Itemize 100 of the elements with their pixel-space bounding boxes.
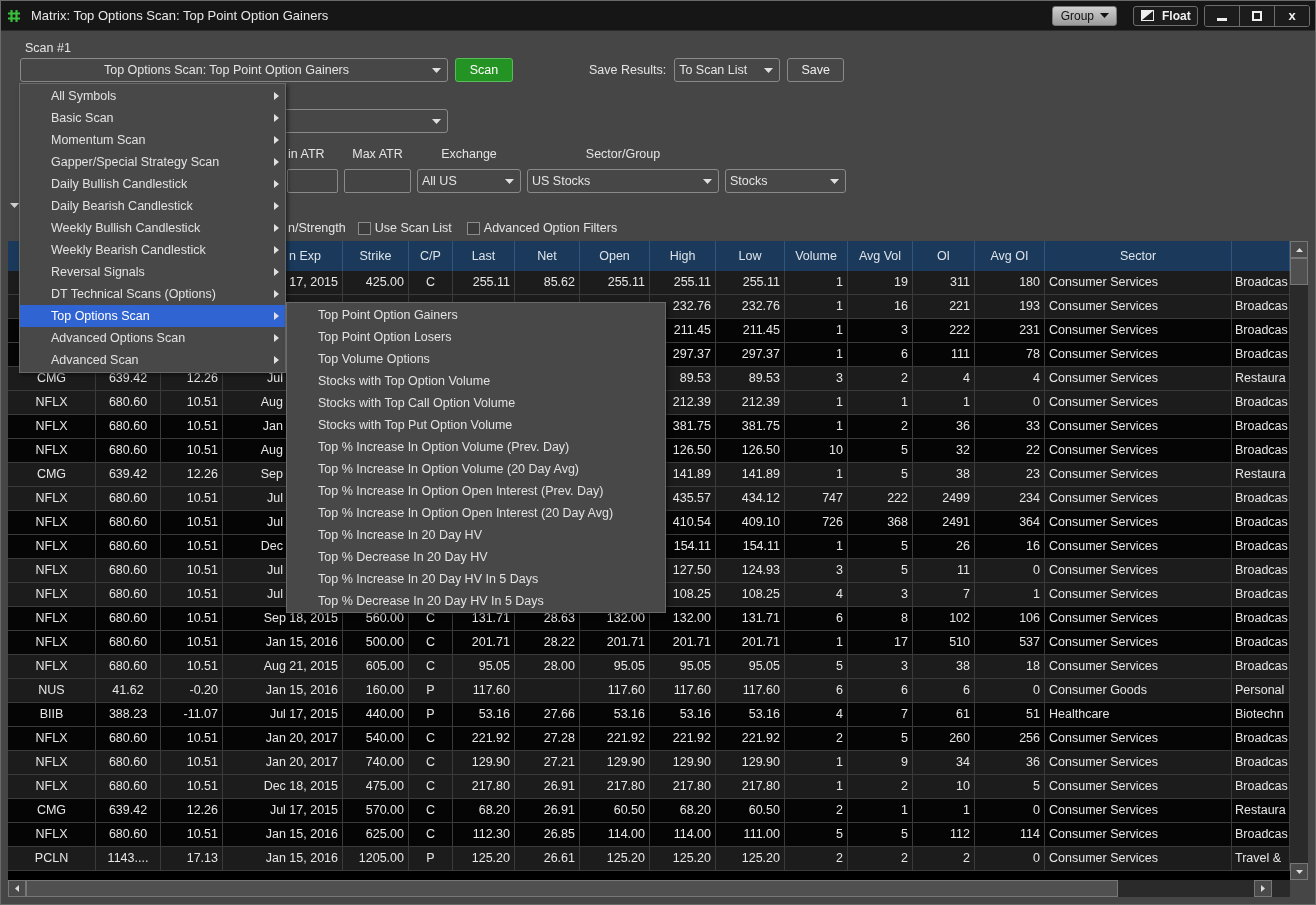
table-cell: 540.00 [365, 731, 404, 745]
table-cell: 129.90 [471, 755, 510, 769]
table-cell: 60.50 [613, 803, 645, 817]
table-cell: 10.51 [186, 515, 218, 529]
table-cell: 126.50 [741, 443, 780, 457]
table-cell: 680.60 [108, 419, 148, 433]
table-cell: 26 [956, 539, 970, 553]
table-cell: 255.11 [607, 275, 645, 289]
table-cell: 111.00 [743, 827, 780, 841]
table-cell: 0 [1033, 803, 1040, 817]
table-cell: Broadcas [1235, 275, 1288, 289]
table-cell: 2 [836, 851, 843, 865]
filter-label: Max ATR [352, 147, 403, 161]
table-cell: Jul 17, 2015 [269, 707, 338, 721]
table-cell: 126.50 [672, 443, 711, 457]
filter-label: Sector/Group [585, 147, 661, 161]
table-cell: 180 [1019, 275, 1040, 289]
table-cell: 435.57 [672, 491, 711, 505]
table-cell: 212.39 [741, 395, 780, 409]
table-cell: Broadcas [1235, 563, 1288, 577]
table-cell: 639.42 [108, 467, 148, 481]
table-cell: Consumer Services [1049, 539, 1159, 553]
table-cell: 114.00 [607, 827, 645, 841]
table-cell: 125.20 [471, 851, 510, 865]
table-cell: C [426, 827, 435, 841]
table-cell: 222 [887, 491, 908, 505]
table-cell: 5 [901, 443, 908, 457]
table-cell: Jan 15, 2016 [265, 683, 338, 697]
table-cell: BIIB [39, 707, 64, 721]
table-cell: 440.00 [365, 707, 404, 721]
filter-label: in ATR [288, 147, 325, 161]
table-cell: Jul [267, 515, 283, 529]
table-cell: 95.05 [748, 659, 780, 673]
table-cell: P [426, 851, 435, 865]
filter-label: Exchange [441, 147, 497, 161]
table-cell: 680.60 [108, 539, 148, 553]
table-cell: 111 [951, 347, 970, 361]
table-cell: 0 [1033, 395, 1040, 409]
table-cell: Consumer Services [1049, 419, 1159, 433]
table-cell: 1 [836, 299, 843, 313]
table-cell: Consumer Services [1049, 371, 1159, 385]
table-cell: NFLX [35, 587, 68, 601]
table-cell: 108.25 [741, 587, 780, 601]
table-cell: Jul [267, 491, 283, 505]
table-cell: 53.16 [478, 707, 510, 721]
table-cell: Consumer Services [1049, 611, 1159, 625]
table-cell: NFLX [35, 755, 68, 769]
table-cell: 102 [949, 611, 970, 625]
table-cell: Broadcas [1235, 515, 1288, 529]
table-cell: 368 [887, 515, 908, 529]
table-cell: 2 [901, 851, 908, 865]
table-cell: 4 [836, 587, 843, 601]
table-cell: C [426, 635, 435, 649]
table-cell: P [426, 683, 435, 697]
table-cell: 12.26 [186, 371, 218, 385]
table-cell: 201.71 [471, 635, 510, 649]
table-cell: 129.90 [741, 755, 780, 769]
table-cell: 5 [901, 731, 908, 745]
table-cell: 125.20 [672, 851, 711, 865]
scan-label: Scan #1 [25, 41, 71, 56]
table-cell: 27.66 [543, 707, 575, 721]
table-cell: Broadcas [1235, 323, 1288, 337]
table-cell: 17, 2015 [289, 275, 338, 289]
table-cell: 537 [1019, 635, 1040, 649]
table-cell: 61 [956, 707, 970, 721]
table-cell: 1 [836, 347, 843, 361]
table-cell: 221.92 [672, 731, 711, 745]
table-cell: Broadcas [1235, 779, 1288, 793]
table-cell: Consumer Services [1049, 323, 1159, 337]
table-cell: NFLX [35, 395, 68, 409]
table-cell: 3 [901, 587, 908, 601]
table-cell: 5 [836, 659, 843, 673]
table-cell: 38 [956, 467, 970, 481]
table-cell: 112.30 [472, 827, 510, 841]
table-cell: 680.60 [108, 443, 148, 457]
table-cell: 60.50 [748, 803, 780, 817]
table-cell: 232.76 [741, 299, 780, 313]
table-cell: 10.51 [186, 563, 218, 577]
table-cell: 1 [963, 395, 970, 409]
table-cell: 5 [836, 827, 843, 841]
table-cell: Sep [260, 467, 283, 481]
table-cell: 680.60 [108, 827, 148, 841]
table-cell: 117.60 [607, 683, 645, 697]
table-cell: 1 [901, 395, 908, 409]
table-cell: Broadcas [1235, 755, 1288, 769]
table-cell: C [426, 275, 435, 289]
table-cell: Consumer Services [1049, 851, 1159, 865]
table-cell: 2 [901, 371, 908, 385]
table-cell: 211.45 [742, 323, 780, 337]
table-cell: Broadcas [1235, 827, 1288, 841]
table-cell: CMG [36, 467, 67, 481]
table-cell: 26.91 [543, 779, 575, 793]
table-cell: 10.51 [186, 827, 218, 841]
table-cell: Consumer Services [1049, 347, 1159, 361]
table-cell: Jan [262, 419, 283, 433]
table-cell: Broadcas [1235, 611, 1288, 625]
table-cell: 160.00 [365, 683, 404, 697]
table-cell: 475.00 [365, 779, 404, 793]
table-cell: NFLX [35, 731, 68, 745]
table-cell: 117.60 [742, 683, 780, 697]
